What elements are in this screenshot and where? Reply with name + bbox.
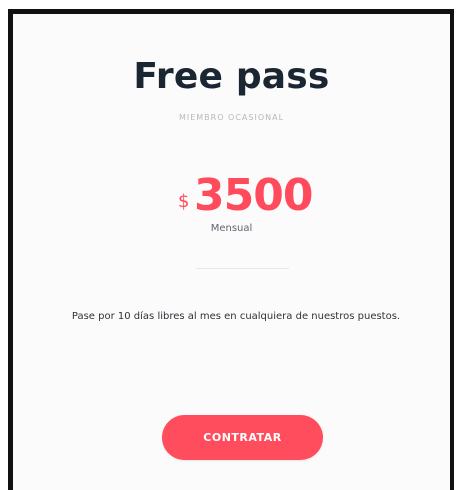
section-divider xyxy=(196,268,289,269)
contratar-button[interactable]: CONTRATAR xyxy=(162,415,323,460)
page: Free pass MIEMBRO OCASIONAL $ 3500 Mensu… xyxy=(0,0,458,490)
plan-title: Free pass xyxy=(133,56,330,97)
pricing-card: Free pass MIEMBRO OCASIONAL $ 3500 Mensu… xyxy=(8,9,454,490)
price-amount: 3500 xyxy=(194,170,313,221)
billing-period: Mensual xyxy=(210,223,253,234)
plan-description: Pase por 10 días libres al mes en cualqu… xyxy=(71,311,401,322)
currency-symbol: $ xyxy=(178,191,190,212)
plan-subtitle: MIEMBRO OCASIONAL xyxy=(178,113,285,122)
